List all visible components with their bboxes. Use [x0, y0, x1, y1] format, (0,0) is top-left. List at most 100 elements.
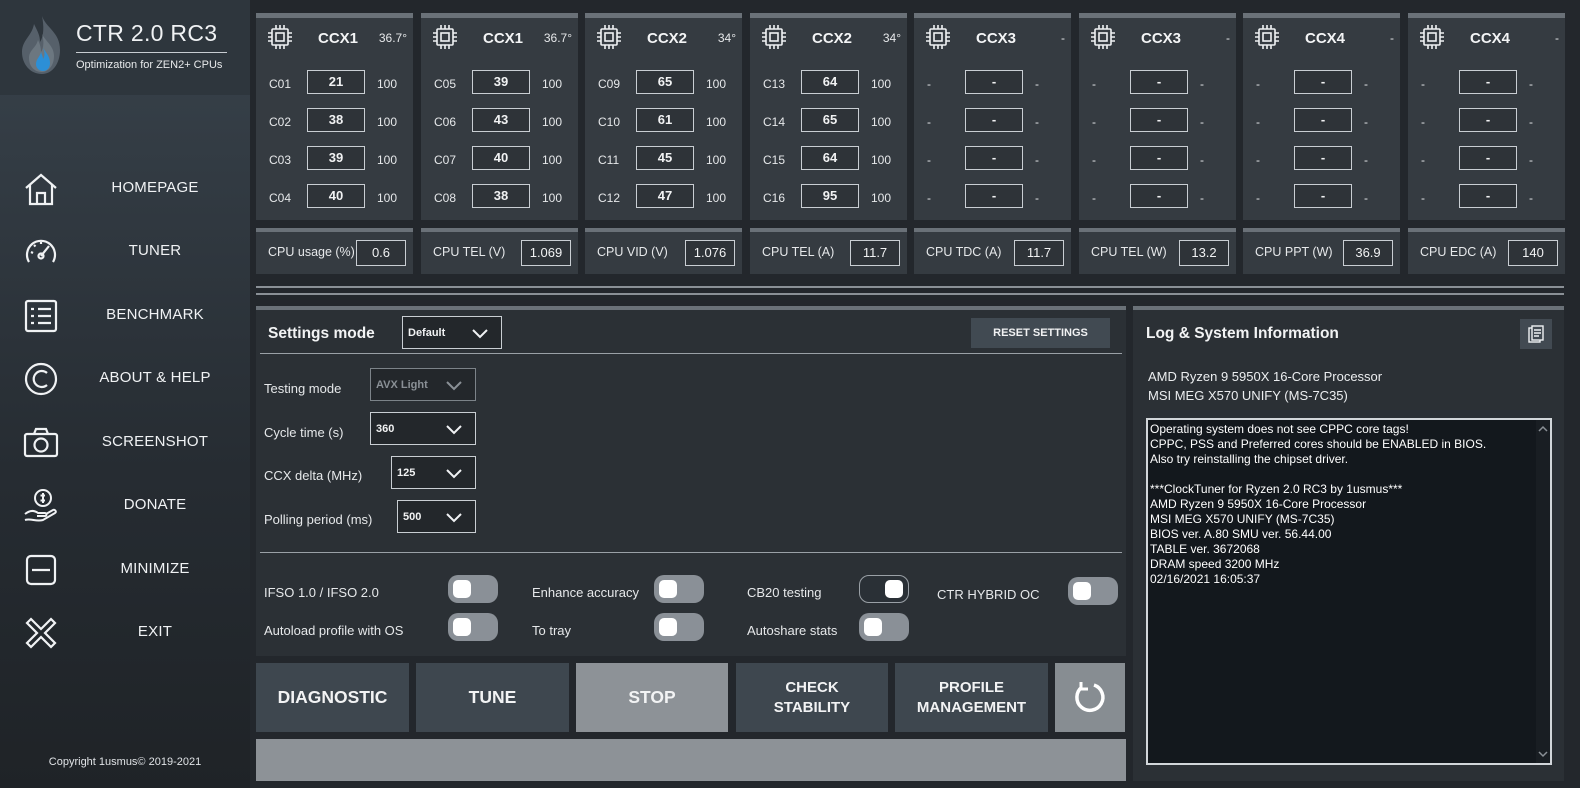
nav-about-help[interactable]: ABOUT & HELP: [0, 352, 250, 402]
scroll-down-icon[interactable]: [1538, 749, 1548, 759]
core-value: 39: [307, 146, 365, 170]
enhance-accuracy-toggle[interactable]: [654, 575, 704, 603]
core-value: -: [1130, 184, 1188, 208]
core-row: ---: [1079, 70, 1236, 96]
ccx-header: CCX4 -: [1408, 18, 1565, 58]
metric-label: CPU TDC (A): [926, 245, 1002, 259]
core-value: 43: [472, 108, 530, 132]
refresh-button[interactable]: [1055, 663, 1125, 732]
core-label: -: [1092, 191, 1096, 205]
core-max: 100: [377, 153, 398, 167]
scroll-up-icon[interactable]: [1538, 424, 1548, 434]
ccx-panel: CCX2 34° C13 64 100 C14 65 100 C15 64 100 C16 9…: [750, 13, 907, 220]
metric-label: CPU TEL (A): [762, 245, 835, 259]
nav-screenshot-label: SCREENSHOT: [101, 433, 209, 450]
check-stability-button[interactable]: CHECK STABILITY: [736, 663, 888, 732]
autoload-profile-toggle[interactable]: [448, 613, 498, 641]
settings-title: Settings mode: [268, 325, 375, 342]
polling-period-select[interactable]: 500: [397, 500, 476, 533]
core-row: C07 40 100: [421, 146, 578, 172]
check-stability-label: CHECK STABILITY: [774, 678, 850, 718]
metric-panel: CPU TEL (W) 13.2: [1079, 228, 1236, 274]
nav-benchmark[interactable]: BENCHMARK: [0, 289, 250, 339]
nav-donate[interactable]: DONATE: [0, 479, 250, 529]
ccx-temperature: 34°: [882, 31, 901, 45]
cycle-time-select[interactable]: 360: [370, 412, 476, 445]
nav-minimize[interactable]: MINIMIZE: [0, 543, 250, 593]
ccx-panel: CCX1 36.7° C05 39 100 C06 43 100 C07 40 100 C0…: [421, 13, 578, 220]
core-row: ---: [1079, 146, 1236, 172]
ccx-panel: CCX4 - --- --- --- ---: [1243, 13, 1400, 220]
label-line: STABILITY: [773, 698, 851, 716]
ccx-name: CCX1: [483, 30, 524, 47]
log-textarea[interactable]: Operating system does not see CPPC core …: [1146, 418, 1552, 765]
refresh-icon: [1075, 682, 1105, 713]
reset-settings-button[interactable]: RESET SETTINGS: [971, 318, 1110, 348]
log-lines: Operating system does not see CPPC core …: [1150, 422, 1534, 587]
title-divider: [76, 52, 227, 53]
chip-icon: [926, 25, 950, 49]
settings-mode-select[interactable]: Default: [402, 316, 502, 349]
cb20-testing-toggle[interactable]: [859, 575, 909, 603]
core-value: -: [965, 146, 1023, 170]
ccx-name: CCX1: [318, 30, 359, 47]
testing-mode-select[interactable]: AVX Light: [370, 368, 476, 401]
metric-value: 0.6: [356, 240, 406, 266]
core-label: -: [1256, 115, 1260, 129]
core-row: ---: [914, 108, 1071, 134]
home-icon: [25, 173, 57, 206]
stop-button[interactable]: STOP: [576, 663, 728, 732]
metric-panel: CPU TEL (A) 11.7: [750, 228, 907, 274]
metric-value: 36.9: [1343, 240, 1393, 266]
core-row: ---: [1243, 108, 1400, 134]
core-value: -: [1459, 184, 1517, 208]
ccx-temperature: 34°: [717, 31, 736, 45]
core-value: -: [1459, 146, 1517, 170]
core-label: -: [927, 77, 931, 91]
to-tray-toggle[interactable]: [654, 613, 704, 641]
core-label: -: [927, 191, 931, 205]
cycle-time-value: 360: [376, 423, 395, 435]
profile-management-button[interactable]: PROFILE MANAGEMENT: [895, 663, 1048, 732]
gauge-icon: [25, 239, 57, 263]
core-value: 61: [636, 108, 694, 132]
autoshare-stats-toggle[interactable]: [859, 613, 909, 641]
core-label: -: [1092, 115, 1096, 129]
metric-label: CPU TEL (V): [433, 245, 506, 259]
nav-tuner[interactable]: TUNER: [0, 225, 250, 275]
chevron-down-icon: [446, 381, 462, 391]
metric-value: 1.069: [521, 240, 571, 266]
core-max: -: [1035, 115, 1039, 129]
core-max: -: [1529, 191, 1533, 205]
core-row: C04 40 100: [256, 184, 413, 210]
ctr-hybrid-oc-toggle[interactable]: [1068, 577, 1118, 605]
nav-screenshot[interactable]: SCREENSHOT: [0, 416, 250, 466]
core-label: C11: [598, 153, 620, 167]
ccx-delta-select[interactable]: 125: [391, 456, 476, 489]
nav-homepage[interactable]: HOMEPAGE: [0, 162, 250, 212]
core-max: -: [1035, 191, 1039, 205]
tune-button[interactable]: TUNE: [416, 663, 569, 732]
log-scrollbar[interactable]: [1536, 420, 1550, 763]
ccx-temperature: -: [1226, 31, 1230, 45]
core-row: ---: [914, 184, 1071, 210]
settings-mode-value: Default: [408, 327, 446, 339]
label-line: PROFILE: [938, 678, 1004, 696]
board-name: MSI MEG X570 UNIFY (MS-7C35): [1148, 388, 1348, 403]
ccx-name: CCX3: [976, 30, 1017, 47]
ccx-name: CCX2: [647, 30, 688, 47]
diagnostic-button[interactable]: DIAGNOSTIC: [256, 663, 409, 732]
copy-log-button[interactable]: [1520, 319, 1552, 349]
core-label: C02: [269, 115, 292, 129]
core-row: ---: [1243, 184, 1400, 210]
core-label: C08: [434, 191, 457, 205]
nav-exit[interactable]: EXIT: [0, 606, 250, 656]
core-max: -: [1200, 115, 1204, 129]
cycle-time-label: Cycle time (s): [264, 425, 344, 440]
core-value: -: [965, 108, 1023, 132]
core-value: 95: [801, 184, 859, 208]
ifso-toggle[interactable]: [448, 575, 498, 603]
status-bar: [256, 739, 1126, 781]
enhance-accuracy-label: Enhance accuracy: [532, 585, 639, 600]
core-row: C08 38 100: [421, 184, 578, 210]
